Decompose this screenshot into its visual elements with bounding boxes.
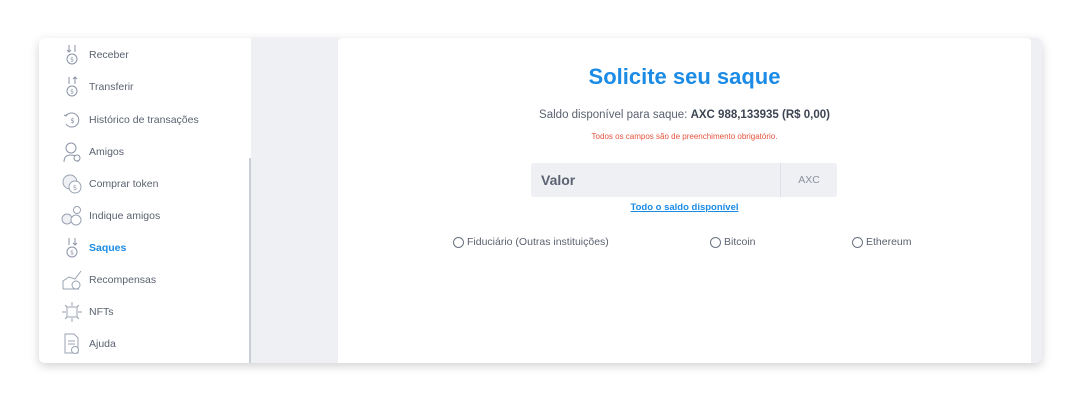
sidebar-item-label: Histórico de transações <box>89 114 199 126</box>
sidebar-item-saques[interactable]: $ Saques <box>61 236 241 260</box>
sidebar-item-recompensas[interactable]: Recompensas <box>61 268 241 292</box>
sidebar-item-label: Comprar token <box>89 178 159 190</box>
sidebar-item-label: Transferir <box>89 81 134 93</box>
sidebar-item-label: Receber <box>89 49 129 61</box>
required-fields-notice: Todos os campos são de preenchimento obr… <box>591 132 778 141</box>
friends-icon <box>61 141 83 163</box>
method-ethereum-radio[interactable]: Ethereum <box>852 236 912 248</box>
history-coin-icon: $ <box>61 109 83 131</box>
sidebar-item-ajuda[interactable]: Ajuda <box>61 332 241 356</box>
sidebar-item-nfts[interactable]: NFTs <box>61 300 241 324</box>
sidebar-item-comprar-token[interactable]: $ Comprar token <box>61 172 241 196</box>
svg-text:$: $ <box>70 250 74 257</box>
radio-circle[interactable] <box>453 236 464 248</box>
radio-circle[interactable] <box>710 236 721 248</box>
radio-circle[interactable] <box>852 236 863 248</box>
sidebar-item-transferir[interactable]: $ Transferir <box>61 75 241 99</box>
sidebar-item-label: Ajuda <box>89 338 116 350</box>
sidebar-item-indique-amigos[interactable]: Indique amigos <box>61 204 241 228</box>
sidebar-item-label: Indique amigos <box>89 210 161 222</box>
sidebar-item-amigos[interactable]: Amigos <box>61 140 241 164</box>
sidebar: $ Receber $ Transferir $ Histórico de tr… <box>39 38 251 363</box>
balance-value: AXC 988,133935 (R$ 0,00) <box>690 109 830 121</box>
transfer-coin-icon: $ <box>61 76 83 98</box>
amount-input[interactable] <box>531 162 780 198</box>
refer-friends-icon <box>61 205 83 227</box>
nft-icon <box>61 301 83 323</box>
sidebar-item-label: NFTs <box>89 306 114 318</box>
sidebar-item-historico[interactable]: $ Histórico de transações <box>61 108 241 132</box>
svg-text:$: $ <box>70 89 74 96</box>
help-document-icon <box>61 333 83 355</box>
method-bitcoin-label: Bitcoin <box>724 236 756 248</box>
svg-text:$: $ <box>73 184 77 192</box>
sidebar-item-label: Saques <box>89 242 127 254</box>
sidebar-item-receber[interactable]: $ Receber <box>61 43 241 67</box>
svg-text:$: $ <box>70 57 74 64</box>
withdraw-panel: Solicite seu saque Saldo disponível para… <box>338 38 1031 363</box>
available-balance: Saldo disponível para saque: AXC 988,133… <box>338 109 1031 121</box>
sidebar-item-label: Recompensas <box>89 274 157 286</box>
rewards-icon <box>61 269 83 291</box>
content-gutter <box>251 38 338 363</box>
use-all-balance-link[interactable]: Todo o saldo disponível <box>338 202 1031 213</box>
method-bitcoin-radio[interactable]: Bitcoin <box>710 236 756 248</box>
method-fiat-label: Fiduciário (Outras instituições) <box>467 236 609 248</box>
buy-token-icon: $ <box>61 173 83 195</box>
amount-field: AXC <box>531 162 837 198</box>
withdraw-icon: $ <box>61 237 83 259</box>
method-ethereum-label: Ethereum <box>866 236 912 248</box>
app-frame: $ Receber $ Transferir $ Histórico de tr… <box>39 38 1042 363</box>
receive-coin-icon: $ <box>61 44 83 66</box>
method-fiat-radio[interactable]: Fiduciário (Outras instituições) <box>453 236 609 248</box>
balance-label: Saldo disponível para saque: <box>539 109 688 121</box>
page-title: Solicite seu saque <box>588 64 781 89</box>
svg-text:$: $ <box>70 117 74 125</box>
sidebar-item-label: Amigos <box>89 146 125 158</box>
amount-unit: AXC <box>780 163 837 197</box>
